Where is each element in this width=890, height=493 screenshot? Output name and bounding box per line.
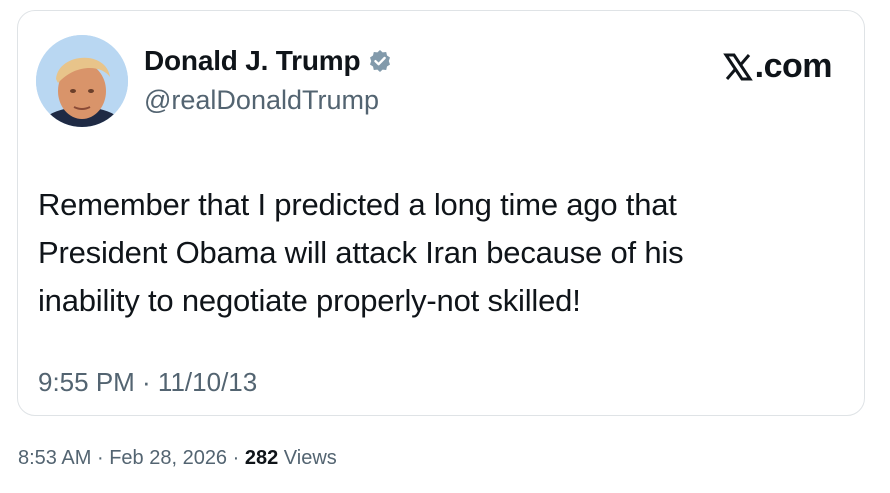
tweet-text-line: President Obama will attack Iran because… bbox=[38, 235, 684, 270]
post-date[interactable]: Feb 28, 2026 bbox=[109, 447, 227, 469]
post-time[interactable]: 8:53 AM bbox=[18, 447, 91, 469]
tweet-text-line: inability to negotiate properly-not skil… bbox=[38, 283, 581, 318]
tweet-text: Remember that I predicted a long time ag… bbox=[38, 181, 838, 325]
author-handle[interactable]: @realDonaldTrump bbox=[144, 85, 379, 116]
avatar[interactable] bbox=[36, 35, 128, 127]
tweet-text-line: Remember that I predicted a long time ag… bbox=[38, 187, 677, 222]
author-name[interactable]: Donald J. Trump bbox=[144, 45, 361, 77]
tweet-timestamp[interactable]: 9:55 PM · 11/10/13 bbox=[38, 367, 257, 398]
author-name-row: Donald J. Trump bbox=[144, 45, 392, 77]
meta-separator: · bbox=[96, 447, 104, 469]
quoted-tweet-card[interactable]: Donald J. Trump @realDonaldTrump .com Re… bbox=[17, 10, 865, 416]
x-logo-icon bbox=[722, 53, 753, 80]
avatar-photo bbox=[36, 35, 128, 127]
brand-suffix: .com bbox=[754, 47, 833, 85]
x-com-brand: .com bbox=[722, 47, 833, 86]
views-count[interactable]: 282 bbox=[245, 447, 278, 469]
post-meta: 8:53 AM · Feb 28, 2026 · 282 Views bbox=[18, 447, 337, 470]
verified-badge-icon bbox=[368, 49, 392, 73]
views-label: Views bbox=[283, 447, 337, 469]
meta-separator: · bbox=[232, 447, 240, 469]
